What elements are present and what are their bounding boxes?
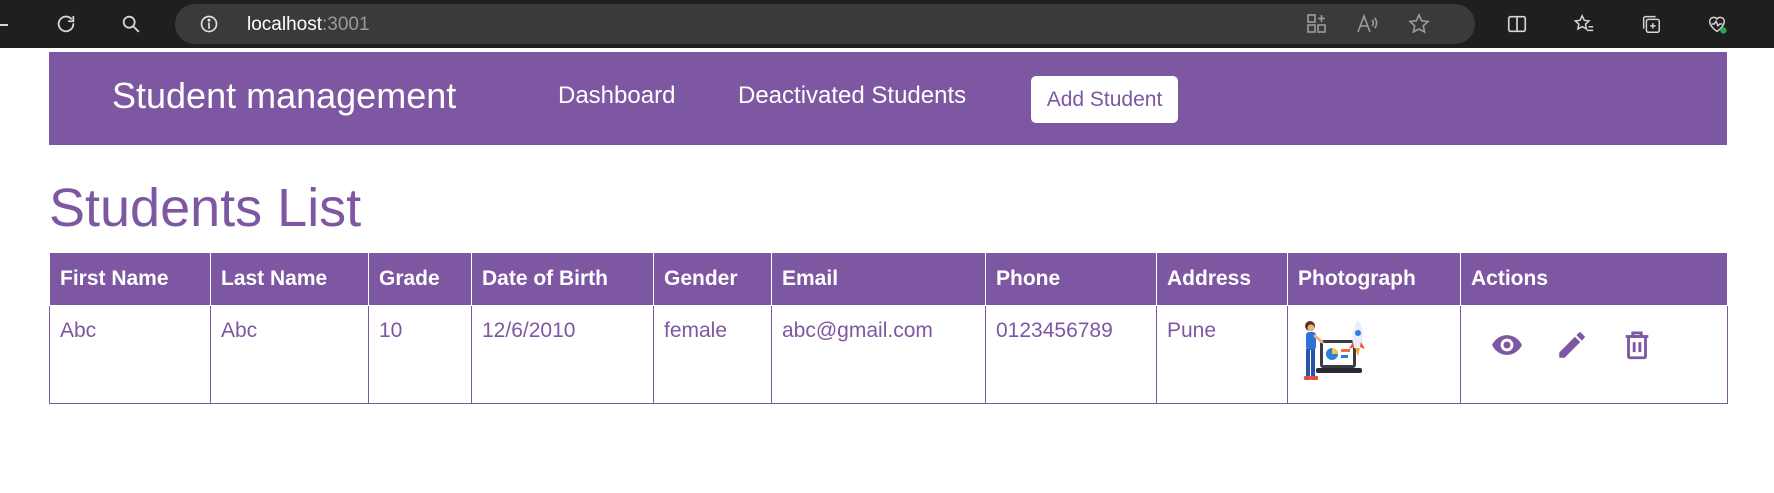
header-actions: Actions: [1460, 252, 1728, 306]
site-info-icon[interactable]: [199, 14, 219, 34]
header-phone: Phone: [985, 252, 1157, 306]
header-last-name: Last Name: [210, 252, 369, 306]
header-address: Address: [1156, 252, 1288, 306]
edit-icon[interactable]: [1554, 327, 1590, 363]
view-icon[interactable]: [1489, 327, 1525, 363]
url-text: localhost:3001: [247, 14, 370, 36]
favorite-star-icon[interactable]: [1407, 12, 1431, 36]
header-grade: Grade: [368, 252, 472, 306]
brand-title[interactable]: Student management: [112, 75, 456, 117]
students-table: First Name Last Name Grade Date of Birth…: [49, 252, 1728, 404]
cell-gender: female: [653, 305, 772, 404]
delete-icon[interactable]: [1619, 327, 1655, 363]
student-photo: [1304, 320, 1365, 380]
search-icon[interactable]: [117, 10, 145, 38]
url-host: localhost: [247, 14, 322, 35]
add-student-button[interactable]: Add Student: [1031, 76, 1178, 123]
cell-phone: 0123456789: [985, 305, 1157, 404]
app-navbar: Student management Dashboard Deactivated…: [49, 52, 1727, 145]
header-date-of-birth: Date of Birth: [471, 252, 654, 306]
refresh-icon[interactable]: [52, 10, 80, 38]
header-photograph: Photograph: [1287, 252, 1461, 306]
header-first-name: First Name: [49, 252, 211, 306]
app-available-icon[interactable]: [1305, 12, 1329, 36]
cell-first-name: Abc: [49, 305, 211, 404]
cell-email: abc@gmail.com: [771, 305, 986, 404]
collections-icon[interactable]: [1637, 10, 1665, 38]
url-port: :3001: [322, 14, 370, 35]
browser-essentials-icon[interactable]: [1703, 10, 1731, 38]
cell-address: Pune: [1156, 305, 1288, 404]
cell-actions: [1460, 305, 1728, 404]
header-email: Email: [771, 252, 986, 306]
cell-photograph: [1287, 305, 1461, 404]
back-button-edge[interactable]: [0, 24, 8, 26]
read-aloud-icon[interactable]: [1355, 12, 1379, 36]
cell-grade: 10: [368, 305, 472, 404]
browser-toolbar: localhost:3001: [0, 0, 1774, 48]
table-row: Abc Abc 10 12/6/2010 female abc@gmail.co…: [49, 305, 1728, 404]
header-gender: Gender: [653, 252, 772, 306]
table-header-row: First Name Last Name Grade Date of Birth…: [49, 252, 1728, 306]
row-actions: [1471, 319, 1717, 363]
favorites-icon[interactable]: [1570, 10, 1598, 38]
nav-link-dashboard[interactable]: Dashboard: [558, 82, 675, 110]
cell-date-of-birth: 12/6/2010: [471, 305, 654, 404]
nav-link-deactivated-students[interactable]: Deactivated Students: [738, 82, 966, 110]
page-title: Students List: [49, 178, 362, 238]
address-bar[interactable]: localhost:3001: [175, 4, 1475, 44]
cell-last-name: Abc: [210, 305, 369, 404]
split-screen-icon[interactable]: [1503, 10, 1531, 38]
